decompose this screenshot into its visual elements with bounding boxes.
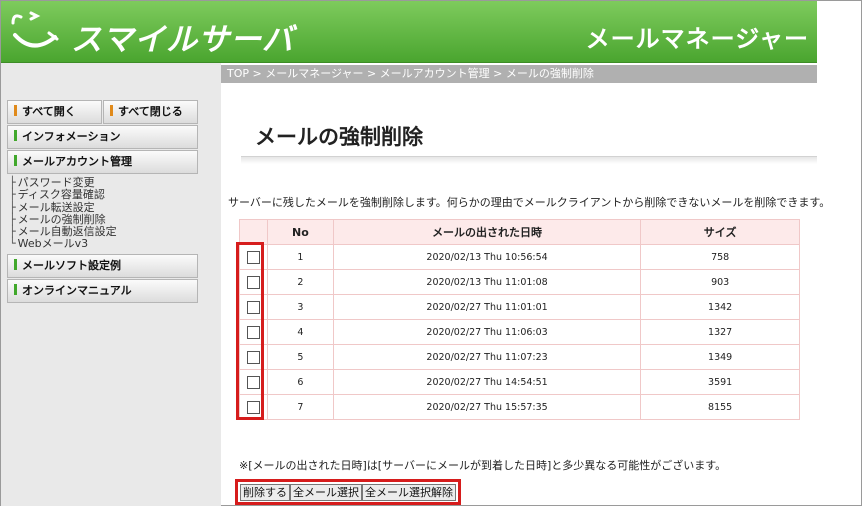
title-divider <box>241 156 817 164</box>
table-row: 6 2020/02/27 Thu 14:54:51 3591 <box>239 369 800 395</box>
sidebar-item-label: メールソフト設定例 <box>22 258 121 272</box>
row-checkbox[interactable] <box>246 300 260 314</box>
subitem-label: メール転送設定 <box>17 200 95 214</box>
table-row: 7 2020/02/27 Thu 15:57:35 8155 <box>239 394 800 420</box>
cell-size: 903 <box>640 269 800 295</box>
select-cell <box>239 394 268 420</box>
cell-size: 8155 <box>640 394 800 420</box>
tree-branch-icon: ├ <box>9 188 16 202</box>
select-cell <box>239 269 268 295</box>
table-header-row: No メールの出された日時 サイズ <box>239 219 800 245</box>
table-row: 3 2020/02/27 Thu 11:01:01 1342 <box>239 294 800 320</box>
cell-no: 1 <box>266 244 334 270</box>
cell-datetime: 2020/02/27 Thu 11:07:23 <box>332 344 642 370</box>
cell-no: 3 <box>266 294 334 320</box>
delete-button[interactable]: 削除する <box>240 484 290 501</box>
mail-table: No メールの出された日時 サイズ 1 2020/02/13 Thu 10:56… <box>239 219 800 420</box>
bar-icon <box>110 105 113 116</box>
cell-datetime: 2020/02/27 Thu 15:57:35 <box>332 394 642 420</box>
tree-branch-icon: ├ <box>9 212 16 226</box>
table-row: 1 2020/02/13 Thu 10:56:54 758 <box>239 244 800 270</box>
cell-no: 2 <box>266 269 334 295</box>
app-header: スマイルサーバ メールマネージャー <box>1 1 817 63</box>
action-button-group: 削除する 全メール選択 全メール選択解除 <box>235 479 461 505</box>
datetime-note: ※[メールの出された日時]は[サーバーにメールが到着した日時]と多少異なる可能性… <box>239 459 727 472</box>
cell-datetime: 2020/02/13 Thu 11:01:08 <box>332 269 642 295</box>
cell-no: 4 <box>266 319 334 345</box>
bar-icon <box>14 258 17 270</box>
breadcrumb[interactable]: TOP > メールマネージャー > メールアカウント管理 > メールの強制削除 <box>221 65 817 83</box>
subitem-webmail[interactable]: └ Webメールv3 <box>9 238 198 250</box>
sidebar-item-information[interactable]: インフォメーション <box>7 125 198 149</box>
row-checkbox[interactable] <box>246 350 260 364</box>
sidebar-item-label: オンラインマニュアル <box>22 283 132 297</box>
sidebar-item-online-manual[interactable]: オンラインマニュアル <box>7 278 198 303</box>
cell-no: 6 <box>266 369 334 395</box>
bar-icon <box>14 155 17 166</box>
page-description: サーバーに残したメールを強制削除します。何らかの理由でメールクライアントから削除… <box>228 196 831 209</box>
select-cell <box>239 244 268 270</box>
cell-datetime: 2020/02/13 Thu 10:56:54 <box>332 244 642 270</box>
header-no: No <box>266 219 334 245</box>
cell-size: 1327 <box>640 319 800 345</box>
select-cell <box>239 319 268 345</box>
sidebar-item-label: メールアカウント管理 <box>22 155 132 168</box>
open-all-button[interactable]: すべて開く <box>7 100 102 124</box>
cell-no: 7 <box>266 394 334 420</box>
close-all-button[interactable]: すべて閉じる <box>103 100 198 124</box>
row-checkbox[interactable] <box>246 400 260 414</box>
deselect-all-button[interactable]: 全メール選択解除 <box>362 484 456 501</box>
cell-datetime: 2020/02/27 Thu 11:06:03 <box>332 319 642 345</box>
close-all-label: すべて閉じる <box>118 105 183 118</box>
header-size: サイズ <box>640 219 800 245</box>
table-row: 2 2020/02/13 Thu 11:01:08 903 <box>239 269 800 295</box>
cell-datetime: 2020/02/27 Thu 11:01:01 <box>332 294 642 320</box>
cell-size: 1349 <box>640 344 800 370</box>
subitem-label: メールの強制削除 <box>17 212 106 226</box>
header-select <box>239 219 268 245</box>
table-row: 4 2020/02/27 Thu 11:06:03 1327 <box>239 319 800 345</box>
header-datetime: メールの出された日時 <box>332 219 642 245</box>
subitem-label: ディスク容量確認 <box>17 188 105 202</box>
bar-icon <box>14 105 17 116</box>
select-cell <box>239 344 268 370</box>
sidebar-item-label: インフォメーション <box>22 130 121 143</box>
select-cell <box>239 294 268 320</box>
select-cell <box>239 369 268 395</box>
logo-text: スマイルサーバ <box>71 22 294 58</box>
page-title: メールの強制削除 <box>255 125 423 149</box>
mail-account-subitems: ├ パスワード変更 ├ ディスク容量確認 ├ メール転送設定 ├ メールの強制削除 ├ メ… <box>7 175 198 254</box>
tree-branch-icon: ├ <box>9 200 16 214</box>
smile-logo-icon <box>11 11 59 48</box>
row-checkbox[interactable] <box>246 275 260 289</box>
row-checkbox[interactable] <box>246 375 260 389</box>
row-checkbox[interactable] <box>246 250 260 264</box>
cell-size: 758 <box>640 244 800 270</box>
cell-size: 1342 <box>640 294 800 320</box>
subitem-label: Webメールv3 <box>17 237 89 251</box>
sidebar-item-mail-account[interactable]: メールアカウント管理 <box>7 150 198 174</box>
open-all-label: すべて開く <box>22 105 76 118</box>
cell-size: 3591 <box>640 369 800 395</box>
sidebar-item-mail-soft[interactable]: メールソフト設定例 <box>7 253 198 278</box>
cell-datetime: 2020/02/27 Thu 14:54:51 <box>332 369 642 395</box>
bar-icon <box>14 283 17 295</box>
sidebar: すべて開く すべて閉じる インフォメーション メールアカウント管理 ├ パスワード… <box>7 100 198 304</box>
table-row: 5 2020/02/27 Thu 11:07:23 1349 <box>239 344 800 370</box>
bar-icon <box>14 130 17 141</box>
cell-no: 5 <box>266 344 334 370</box>
select-all-button[interactable]: 全メール選択 <box>290 484 362 501</box>
tree-end-icon: └ <box>9 237 16 251</box>
app-title: メールマネージャー <box>585 25 809 53</box>
row-checkbox[interactable] <box>246 325 260 339</box>
